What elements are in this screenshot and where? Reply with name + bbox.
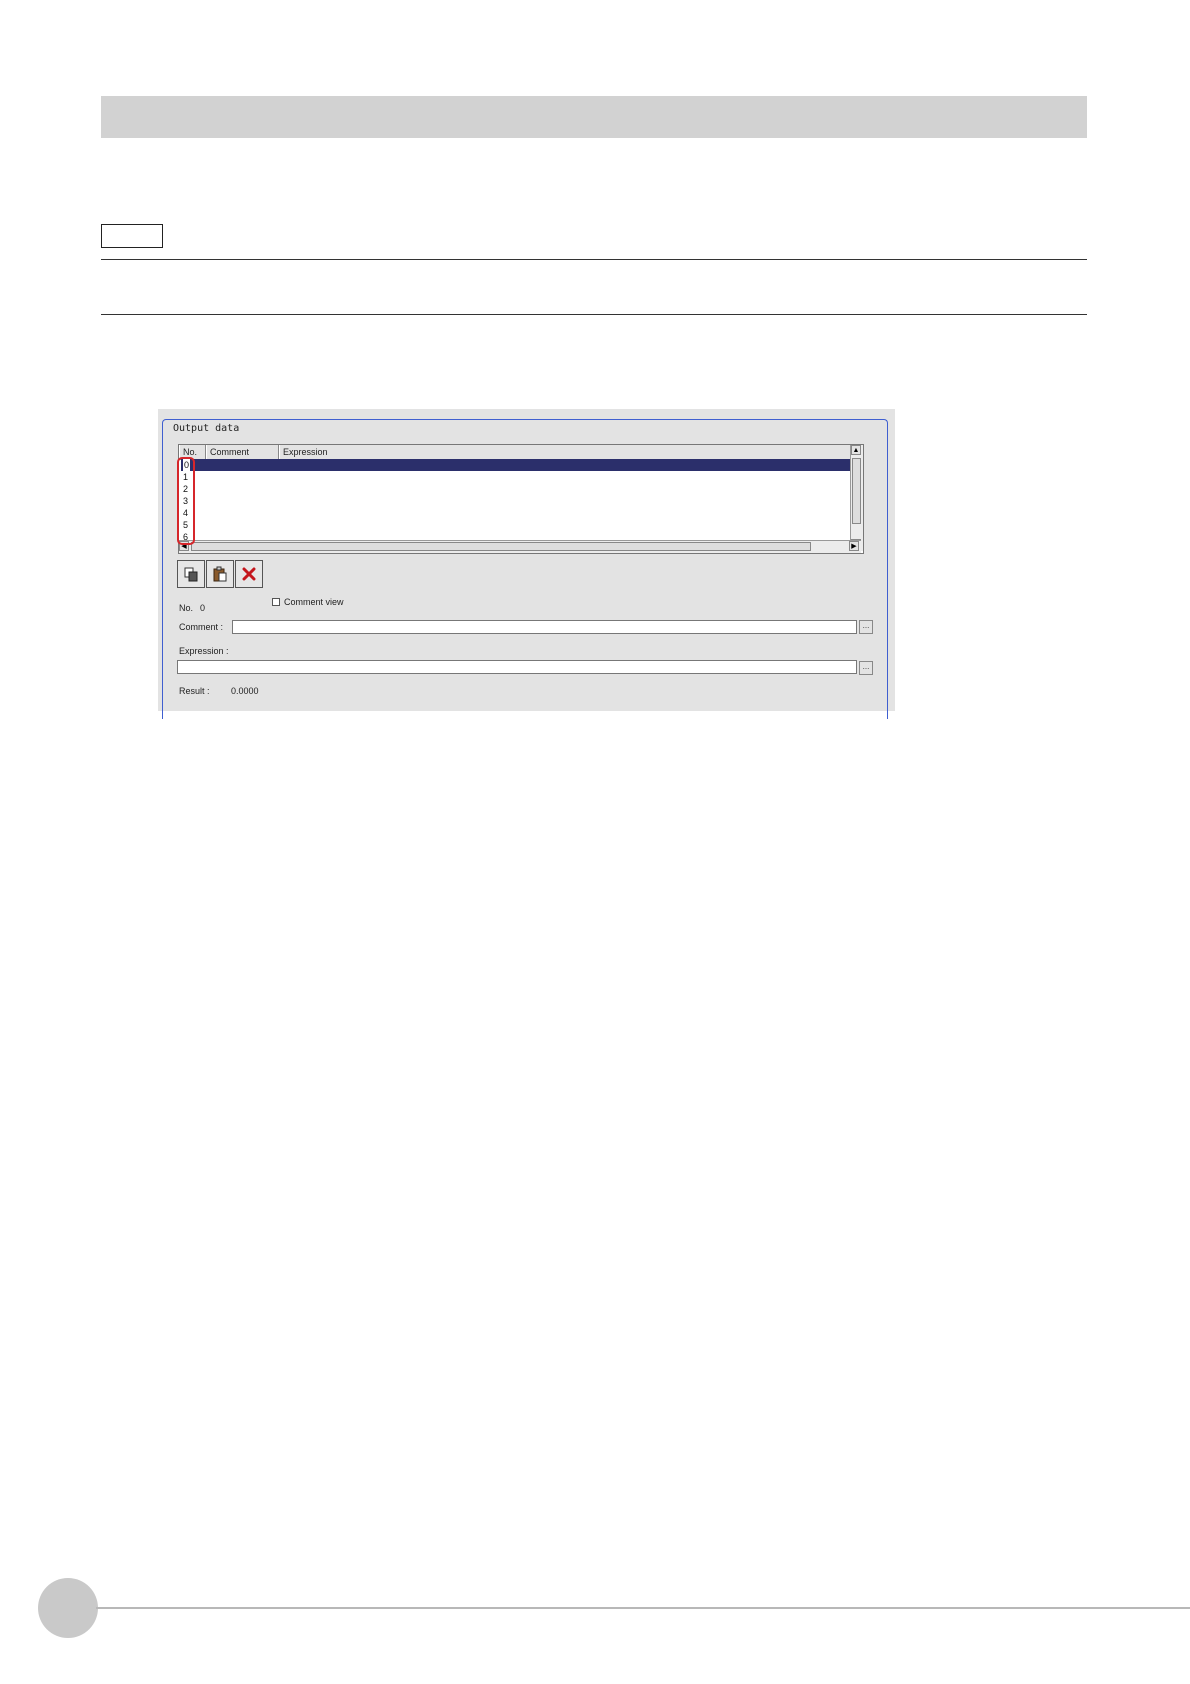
table-row[interactable]: 0 [181, 459, 861, 471]
expression-label: Expression : [179, 646, 229, 656]
note-label-box [101, 224, 163, 248]
footer-rule [96, 1607, 1190, 1609]
delete-button[interactable] [235, 560, 263, 588]
comment-browse-button[interactable]: ... [859, 620, 873, 634]
vertical-scroll-thumb[interactable] [852, 458, 861, 524]
comment-view-checkbox[interactable] [272, 598, 280, 606]
output-data-table[interactable]: No. Comment Expression 0 1 2 3 4 5 6 ▲ ▼… [178, 444, 864, 554]
page-number-circle [38, 1578, 98, 1638]
comment-view-label: Comment view [284, 597, 344, 607]
horizontal-scrollbar[interactable]: ◀ ▶ [179, 540, 861, 553]
table-row[interactable]: 5 [181, 519, 861, 531]
table-row[interactable]: 4 [181, 507, 861, 519]
expression-browse-button[interactable]: ... [859, 661, 873, 675]
result-value: 0.0000 [231, 686, 259, 696]
section-header-band [101, 96, 1087, 138]
expression-input[interactable] [177, 660, 857, 674]
output-data-screenshot: Output data No. Comment Expression 0 1 2… [158, 409, 895, 719]
paste-icon [213, 566, 227, 582]
horizontal-scroll-thumb[interactable] [191, 542, 811, 551]
paste-button[interactable] [206, 560, 234, 588]
table-row[interactable]: 1 [181, 471, 861, 483]
vertical-scrollbar[interactable]: ▲ ▼ [850, 445, 863, 551]
no-value: 0 [200, 603, 206, 613]
row-number-highlight [177, 457, 195, 545]
group-title: Output data [171, 423, 242, 435]
table-row[interactable]: 2 [181, 483, 861, 495]
column-header-comment[interactable]: Comment [206, 445, 279, 459]
table-row[interactable]: 3 [181, 495, 861, 507]
table-header: No. Comment Expression [179, 445, 861, 460]
column-header-expression[interactable]: Expression [279, 445, 861, 459]
copy-icon [184, 567, 198, 582]
comment-label: Comment : [179, 622, 224, 632]
scroll-up-arrow-icon[interactable]: ▲ [851, 445, 861, 455]
copy-button[interactable] [177, 560, 205, 588]
comment-input[interactable] [232, 620, 857, 634]
scroll-right-arrow-icon[interactable]: ▶ [849, 541, 859, 551]
note-top-rule [101, 259, 1087, 260]
result-label: Result : [179, 686, 210, 696]
delete-x-icon [242, 567, 256, 581]
note-bottom-rule [101, 314, 1087, 315]
no-label: No. [179, 603, 194, 613]
